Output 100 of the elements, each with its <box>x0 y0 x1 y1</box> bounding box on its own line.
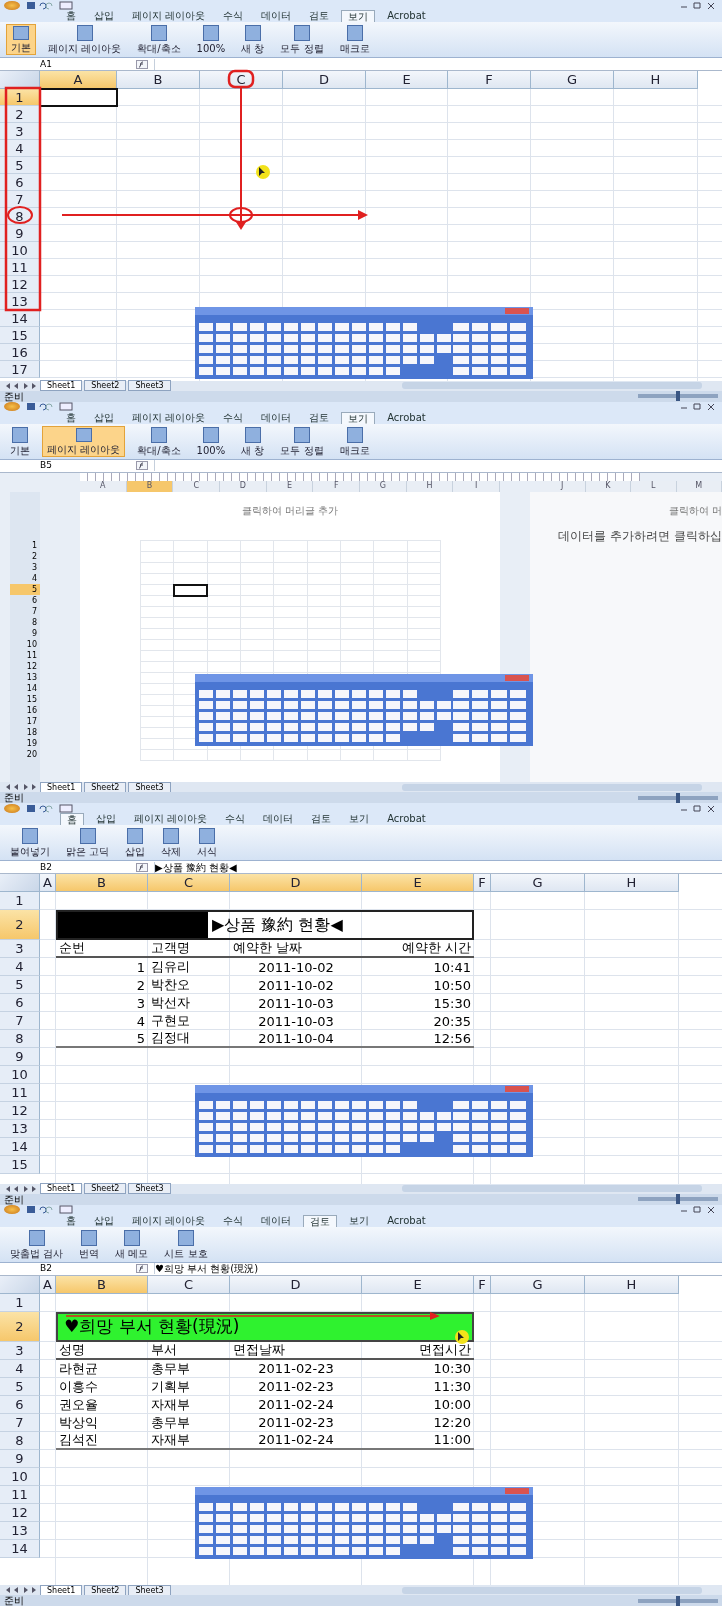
ribbon-tab[interactable]: 홈 <box>60 10 82 22</box>
column-header[interactable]: C <box>148 874 230 892</box>
function-icon[interactable] <box>136 461 148 470</box>
row-header[interactable]: 13 <box>10 671 40 683</box>
row-header[interactable]: 16 <box>10 704 40 716</box>
row-header[interactable]: 1 <box>10 539 40 551</box>
ribbon-tab[interactable]: 페이지 레이아웃 <box>126 411 212 424</box>
office-button-icon[interactable] <box>4 402 20 411</box>
quick-access-icons[interactable] <box>26 803 76 813</box>
row-header[interactable]: 8 <box>10 616 40 628</box>
column-header[interactable]: C <box>173 480 220 492</box>
column-header[interactable]: G <box>531 71 614 89</box>
ribbon-button[interactable]: 확대/축소 <box>133 24 185 55</box>
ribbon-button[interactable]: 매크로 <box>335 24 374 55</box>
column-header[interactable]: G <box>491 874 585 892</box>
data-placeholder[interactable]: 데이터를 추가하려면 클릭하십 <box>558 527 722 545</box>
office-button-icon[interactable] <box>4 1205 20 1214</box>
ribbon-tab[interactable]: Acrobat <box>381 411 432 424</box>
ribbon-button[interactable]: 100% <box>192 24 230 55</box>
column-header[interactable]: D <box>283 71 366 89</box>
ribbon-button[interactable]: 시트 보호 <box>160 1228 212 1260</box>
quick-access-icons[interactable] <box>26 0 76 10</box>
ribbon-tab[interactable]: 수식 <box>217 10 250 22</box>
column-header[interactable]: J <box>540 480 586 492</box>
horizontal-scrollbar[interactable] <box>402 1586 702 1594</box>
row-header[interactable]: 10 <box>10 638 40 650</box>
ribbon-tab[interactable]: Acrobat <box>381 1214 432 1227</box>
ribbon-button[interactable]: 맞춤법 검사 <box>6 1228 68 1260</box>
row-header[interactable]: 5 <box>0 976 40 994</box>
column-header[interactable]: M <box>676 480 722 492</box>
ribbon-tab[interactable]: 검토 <box>303 10 336 22</box>
column-header[interactable]: A <box>40 874 56 892</box>
ribbon-tab[interactable]: 보기 <box>341 10 376 22</box>
row-header[interactable]: 10 <box>0 1066 40 1084</box>
column-header[interactable]: A <box>40 71 117 89</box>
ribbon-tab[interactable]: 페이지 레이아웃 <box>128 813 214 825</box>
on-screen-keyboard-drawing[interactable] <box>195 1085 533 1157</box>
row-header[interactable]: 14 <box>0 310 40 327</box>
on-screen-keyboard-drawing[interactable] <box>195 307 533 379</box>
horizontal-scrollbar[interactable] <box>402 382 702 389</box>
function-icon[interactable] <box>136 59 148 69</box>
row-header[interactable]: 4 <box>0 140 40 157</box>
zoom-slider[interactable] <box>638 394 718 398</box>
ribbon-tab[interactable]: 보기 <box>343 813 376 825</box>
row-header[interactable]: 2 <box>0 910 40 940</box>
row-header[interactable]: 6 <box>0 174 40 191</box>
sheet-navigation-icon[interactable] <box>4 1184 38 1193</box>
row-header[interactable]: 17 <box>10 715 40 727</box>
office-button-icon[interactable] <box>4 0 20 10</box>
ribbon-button[interactable]: 기본 <box>6 425 34 457</box>
row-header[interactable]: 2 <box>0 1311 40 1342</box>
row-header[interactable]: 1 <box>0 89 40 106</box>
sheet-navigation-icon[interactable] <box>4 381 38 390</box>
column-header[interactable]: D <box>220 480 267 492</box>
ribbon-button[interactable]: 모두 정렬 <box>276 24 328 55</box>
ribbon-tab[interactable]: 홈 <box>60 411 82 424</box>
ribbon-tab[interactable]: Acrobat <box>381 10 432 22</box>
column-header[interactable]: B <box>117 71 200 89</box>
name-box[interactable]: B5 <box>0 460 130 471</box>
zoom-slider[interactable] <box>638 795 718 800</box>
column-header[interactable]: I <box>453 480 501 492</box>
column-header[interactable]: E <box>366 71 448 89</box>
row-header[interactable]: 15 <box>10 693 40 705</box>
row-header[interactable]: 14 <box>0 1138 40 1156</box>
column-header[interactable]: G <box>360 480 407 492</box>
ribbon-button[interactable]: 맑은 고딕 <box>62 827 114 858</box>
row-header[interactable]: 3 <box>0 123 40 140</box>
slider-thumb[interactable] <box>676 1595 680 1606</box>
ribbon-tab[interactable]: 데이터 <box>255 411 298 424</box>
column-header[interactable]: H <box>406 480 454 492</box>
ribbon-button[interactable]: 확대/축소 <box>133 425 185 457</box>
ribbon-tab[interactable]: 홈 <box>60 1214 82 1227</box>
ribbon-tab[interactable]: 페이지 레이아웃 <box>126 10 212 22</box>
ribbon-button[interactable]: 모두 정렬 <box>276 425 328 457</box>
slider-thumb[interactable] <box>676 1194 680 1204</box>
ribbon-button[interactable]: 새 메모 <box>111 1228 153 1260</box>
row-header[interactable]: 12 <box>0 1102 40 1120</box>
column-header[interactable]: H <box>614 71 698 89</box>
column-header[interactable]: H <box>585 874 679 892</box>
select-all-corner[interactable] <box>0 71 40 89</box>
ribbon-tab[interactable]: 검토 <box>303 411 336 424</box>
horizontal-scrollbar[interactable] <box>402 1185 702 1192</box>
slider-thumb[interactable] <box>676 792 680 803</box>
row-header[interactable]: 9 <box>10 627 40 639</box>
ribbon-tab[interactable]: Acrobat <box>381 813 432 825</box>
column-header[interactable]: K <box>585 480 631 492</box>
ribbon-tab[interactable]: 삽입 <box>88 411 120 424</box>
row-header[interactable]: 6 <box>0 994 40 1012</box>
ribbon-tab[interactable]: 검토 <box>305 813 338 825</box>
quick-access-icons[interactable] <box>26 1205 76 1214</box>
sheet-navigation-icon[interactable] <box>4 1586 38 1594</box>
row-header[interactable]: 12 <box>10 660 40 672</box>
header-placeholder[interactable]: 클릭하여 머리글 추가 <box>241 503 339 540</box>
column-header[interactable]: E <box>266 480 314 492</box>
column-header[interactable]: B <box>126 480 174 492</box>
row-header[interactable]: 5 <box>10 583 40 595</box>
office-button-icon[interactable] <box>4 803 20 813</box>
row-header[interactable]: 10 <box>0 242 40 259</box>
row-header[interactable]: 15 <box>0 327 40 344</box>
ribbon-tab[interactable]: 수식 <box>217 411 250 424</box>
